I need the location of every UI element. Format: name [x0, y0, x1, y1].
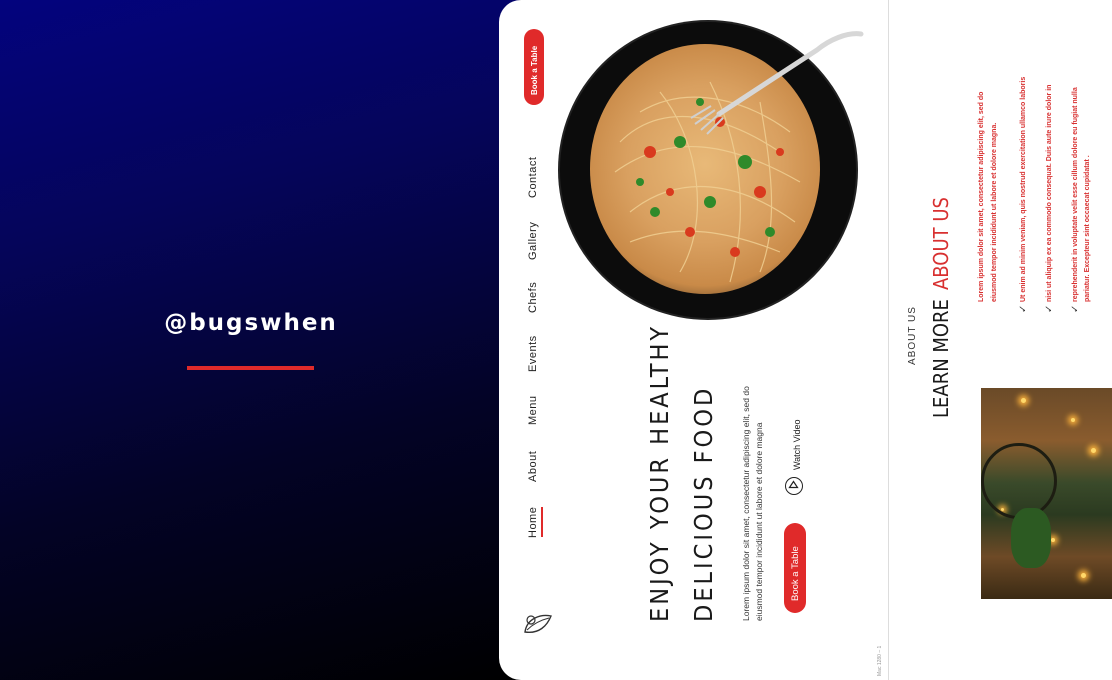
fork-icon — [690, 31, 864, 135]
nav-contact[interactable]: Contact — [527, 157, 539, 198]
nav-home[interactable]: Home — [527, 507, 539, 538]
check-icon: ✓ — [1018, 304, 1029, 313]
check-icon: ✓ — [1070, 304, 1081, 313]
background-panel: @bugswhen — [0, 0, 520, 680]
about-check-2: nisi ut aliquip ex ea commodo consequat.… — [1046, 84, 1053, 302]
about-page: ABOUT US LEARN MORE ABOUT US Lorem ipsum… — [888, 0, 1112, 680]
play-icon[interactable] — [785, 477, 803, 495]
hero-page: Book a Table Home About Menu Events Chef… — [499, 0, 899, 680]
about-eyebrow: ABOUT US — [907, 306, 918, 365]
nav-events[interactable]: Events — [527, 335, 539, 372]
nav-menu[interactable]: Menu — [527, 395, 539, 425]
about-intro-line-2: eiusmod tempor incididunt ut labore et d… — [991, 122, 998, 302]
watermark-underline — [187, 366, 314, 370]
about-title-prefix: LEARN MORE — [929, 299, 953, 418]
about-title-accent: ABOUT US — [929, 197, 953, 290]
book-table-button[interactable]: Book a Table — [784, 523, 806, 613]
watch-video-link[interactable]: Watch Video — [791, 419, 804, 470]
nav-chefs[interactable]: Chefs — [527, 282, 539, 313]
nav-gallery[interactable]: Gallery — [527, 222, 539, 260]
headline-line-2: DELICIOUS FOOD — [689, 385, 718, 622]
book-table-label: Book a Table — [790, 546, 801, 601]
book-table-top-label: Book a Table — [530, 45, 539, 95]
about-check-1: Ut enim ad minim veniam, quis nostrud ex… — [1020, 76, 1027, 302]
check-icon: ✓ — [1044, 304, 1055, 313]
headline-line-1: ENJOY YOUR HEALTHY — [645, 323, 674, 622]
hero-description-line-2: eiusmod tempor incididunt ut labore et d… — [754, 422, 764, 621]
leaf-logo-icon[interactable] — [521, 612, 555, 638]
about-check-3-line-2: pariatur. Excepteur sint occaecat cupida… — [1084, 155, 1091, 302]
hero-description-line-1: Lorem ipsum dolor sit amet, consectetur … — [741, 386, 751, 621]
artboard-label: Mac 1280 – 1 — [877, 645, 883, 676]
book-table-top-button[interactable]: Book a Table — [524, 29, 544, 105]
about-intro-line-1: Lorem ipsum dolor sit amet, consectetur … — [978, 91, 985, 302]
restaurant-photo — [981, 388, 1112, 599]
watermark-handle: @bugswhen — [164, 310, 338, 336]
nav-active-indicator — [541, 507, 543, 537]
about-check-3-line-1: reprehenderit in voluptate velit esse ci… — [1072, 87, 1079, 302]
nav-about[interactable]: About — [527, 451, 539, 482]
